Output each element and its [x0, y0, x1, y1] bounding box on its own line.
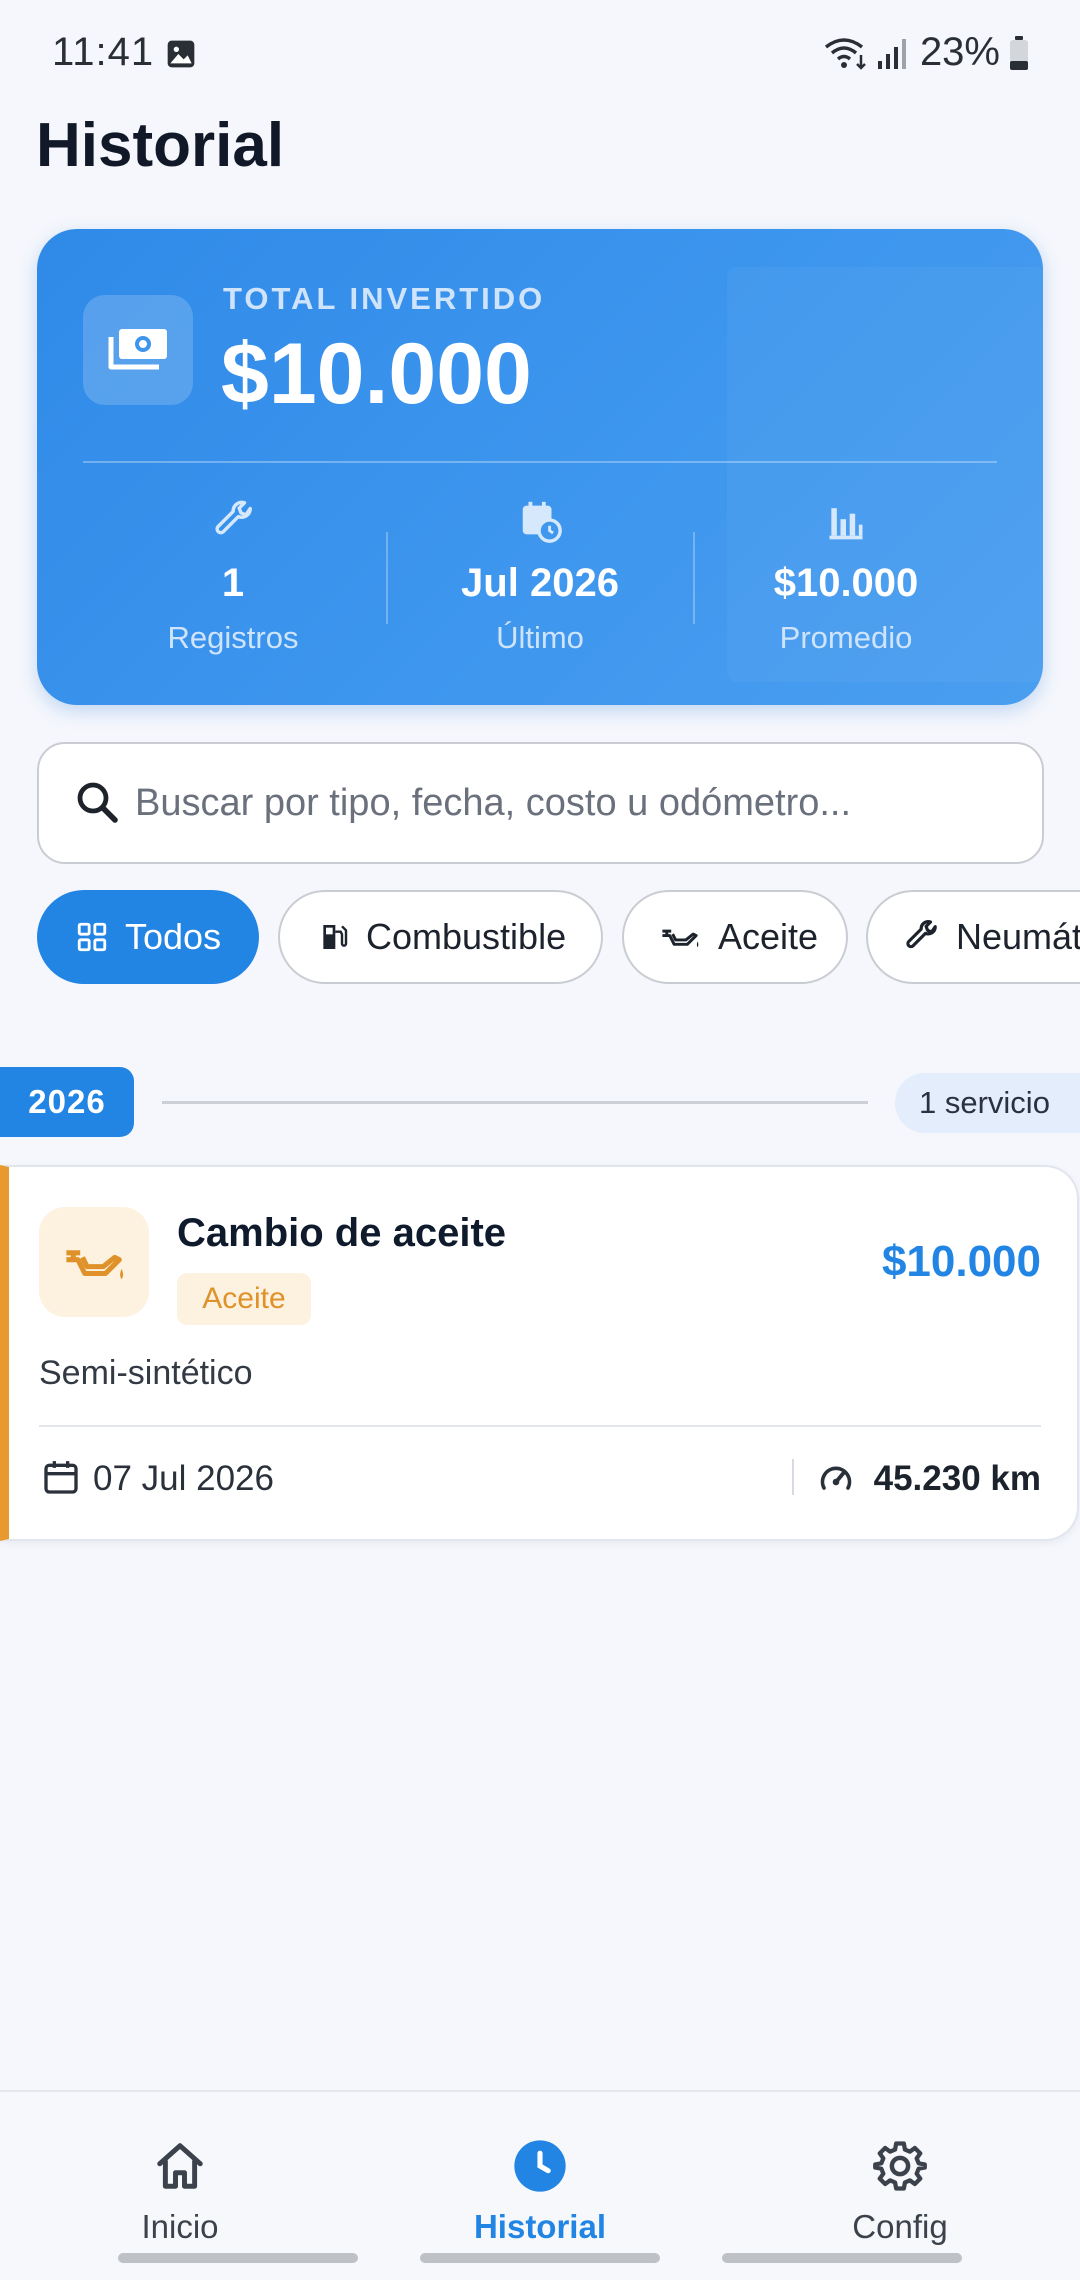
chip-label: Combustible — [366, 916, 567, 957]
stat-ultimo: Jul 2026 Último — [390, 497, 690, 656]
gallery-icon — [167, 40, 195, 68]
battery-percent: 23% — [919, 30, 1000, 74]
record-card[interactable]: Cambio de aceite Aceite $10.000 Semi-sin… — [0, 1165, 1079, 1541]
status-icons: 23% — [824, 30, 1030, 75]
oil-can-icon — [658, 922, 702, 952]
chip-label: Todos — [125, 916, 222, 957]
total-invested-card: TOTAL INVERTIDO $10.000 1 Registros Jul … — [37, 229, 1043, 705]
chip-aceite[interactable]: Aceite — [622, 890, 848, 984]
record-description: Semi-sintético — [39, 1354, 253, 1392]
bar-chart-icon — [696, 497, 996, 545]
chip-label: Aceite — [718, 916, 819, 957]
nav-label: Inicio — [141, 2208, 219, 2245]
year-divider — [162, 1101, 868, 1104]
nav-label: Config — [852, 2208, 948, 2245]
search-icon — [73, 778, 123, 828]
search-input[interactable] — [135, 781, 1015, 825]
stat-label: Registros — [167, 620, 299, 655]
page-title: Historial — [36, 111, 285, 180]
home-icon — [152, 2138, 208, 2194]
search-box[interactable] — [37, 742, 1044, 864]
gesture-bar — [420, 2253, 660, 2263]
record-separator — [792, 1459, 794, 1495]
clock-icon — [512, 2138, 568, 2194]
stat-promedio: $10.000 Promedio — [696, 497, 996, 656]
record-title: Cambio de aceite — [177, 1211, 507, 1255]
bottom-navigation: Inicio Historial Config — [0, 2090, 1080, 2280]
status-bar: 11:41 23% — [0, 0, 1080, 110]
speedometer-icon — [820, 1466, 852, 1490]
wrench-icon — [83, 497, 383, 545]
signal-icon — [877, 38, 906, 69]
oil-can-icon — [39, 1207, 149, 1317]
wifi-icon — [824, 37, 866, 70]
stat-label: Último — [496, 620, 584, 655]
summary-amount: $10.000 — [221, 326, 532, 422]
grid-icon — [75, 920, 109, 954]
nav-label: Historial — [473, 2208, 607, 2245]
stat-value: Jul 2026 — [461, 561, 619, 605]
record-divider — [39, 1425, 1041, 1427]
fuel-pump-icon — [318, 920, 350, 954]
gesture-bar — [722, 2253, 962, 2263]
summary-divider — [83, 461, 997, 463]
summary-label: TOTAL INVERTIDO — [223, 281, 546, 316]
service-count-badge: 1 servicio — [895, 1073, 1080, 1133]
chip-todos[interactable]: Todos — [37, 890, 259, 984]
record-date: 07 Jul 2026 — [93, 1459, 274, 1498]
calendar-clock-icon — [390, 497, 690, 545]
chip-neumaticos[interactable]: Neumát — [866, 890, 1080, 984]
stat-value: 1 — [221, 561, 245, 605]
calendar-icon — [44, 1461, 78, 1494]
nav-inicio[interactable]: Inicio — [0, 2092, 360, 2280]
status-time: 11:41 — [52, 30, 155, 74]
nav-historial[interactable]: Historial — [360, 2092, 720, 2280]
history-screen: 11:41 23% Historial TOTAL INVERTIDO $10.… — [0, 0, 1080, 2280]
wrench-icon — [902, 918, 940, 956]
stat-value: $10.000 — [773, 561, 919, 605]
money-icon — [83, 295, 193, 405]
record-category-tag: Aceite — [177, 1273, 311, 1325]
record-odometer: 45.230 km — [873, 1459, 1041, 1498]
stat-registros: 1 Registros — [83, 497, 383, 656]
chip-label: Neumát — [956, 916, 1080, 957]
nav-config[interactable]: Config — [720, 2092, 1080, 2280]
gesture-bar — [118, 2253, 358, 2263]
stat-label: Promedio — [779, 620, 913, 655]
stat-separator — [386, 532, 388, 624]
gear-icon — [872, 2138, 928, 2194]
chip-combustible[interactable]: Combustible — [278, 890, 603, 984]
year-badge: 2026 — [0, 1067, 134, 1137]
record-amount: $10.000 — [881, 1237, 1041, 1286]
battery-icon — [1010, 35, 1028, 70]
stat-separator — [693, 532, 695, 624]
